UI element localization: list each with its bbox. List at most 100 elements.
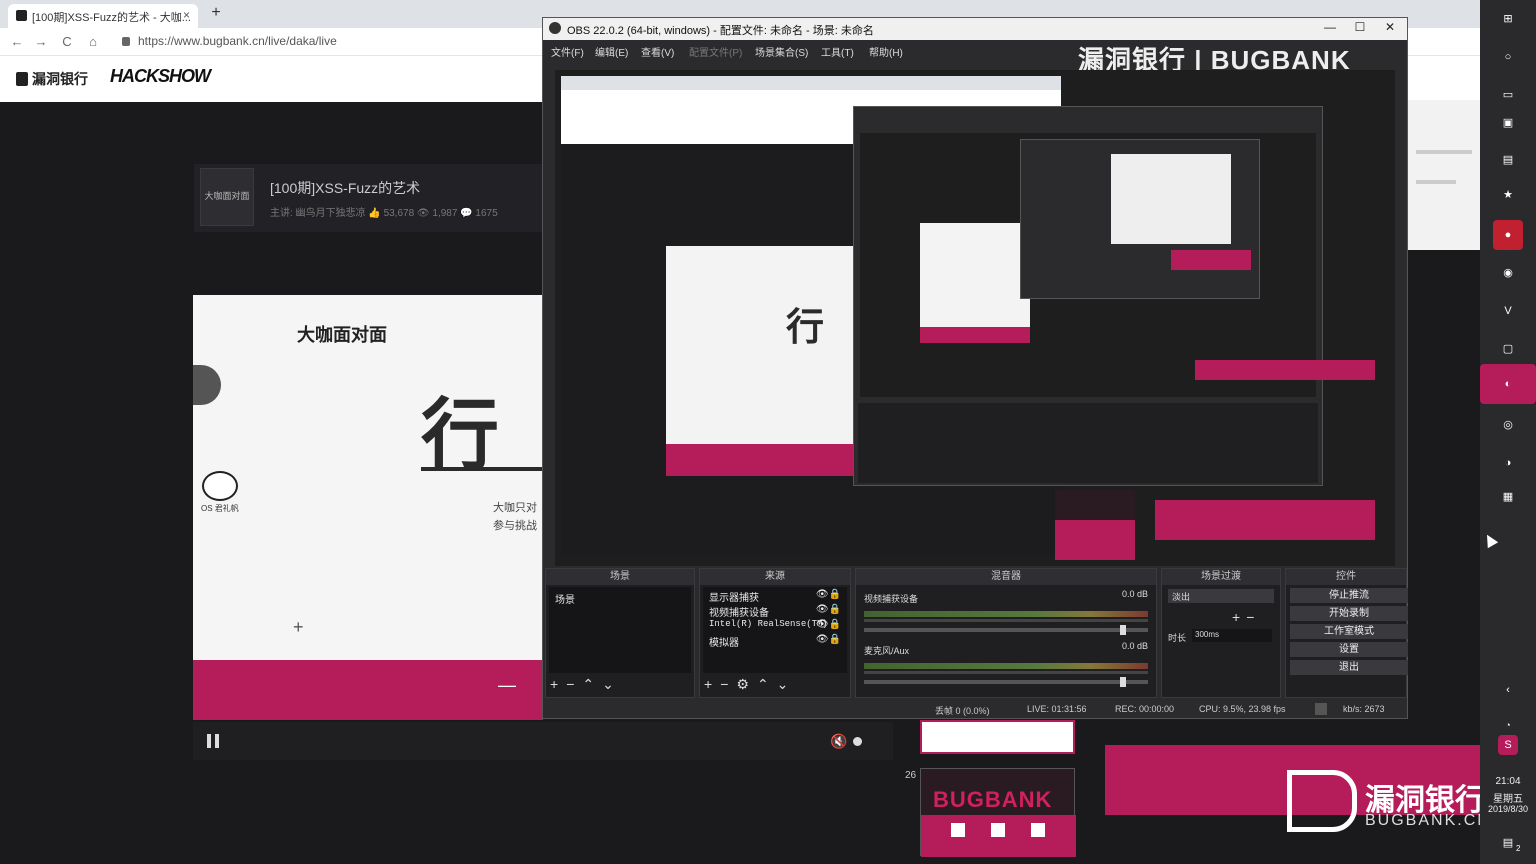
ps-icon[interactable]: ▦ xyxy=(1493,482,1523,512)
studio-mode-button[interactable]: 工作室模式 xyxy=(1290,624,1408,639)
volume-mute-icon[interactable]: 🔇 xyxy=(830,733,847,750)
chevron-up-icon[interactable]: ⌃ xyxy=(757,676,777,692)
chevron-up-icon[interactable]: ⌃ xyxy=(582,676,602,692)
menu-help[interactable]: 帮助(H) xyxy=(869,44,903,59)
scene-item[interactable]: 场景 xyxy=(555,591,575,606)
menu-file[interactable]: 文件(F) xyxy=(551,44,584,59)
gear-icon[interactable]: ⚙ xyxy=(736,676,757,692)
source-item[interactable]: 模拟器 xyxy=(709,634,739,649)
star-icon[interactable]: ★ xyxy=(1493,180,1523,210)
pc-icon[interactable]: ▢ xyxy=(1493,334,1523,364)
hackshow-logo[interactable]: HACKSHOW xyxy=(110,66,211,87)
mixer-channel: 视频捕获设备 0.0 dB xyxy=(864,589,1148,635)
nested-tabbar xyxy=(561,76,1061,90)
visibility-lock-icons[interactable]: 👁🔒 xyxy=(816,634,841,645)
app-icon[interactable]: ▣ xyxy=(1493,108,1523,138)
visibility-lock-icons[interactable]: 👁🔒 xyxy=(816,589,841,600)
visibility-lock-icons[interactable]: 👁🔒 xyxy=(816,619,841,630)
nested-docks xyxy=(858,403,1318,483)
app-circle-icon[interactable]: ◎ xyxy=(1493,410,1523,440)
rec-time: REC: 00:00:00 xyxy=(1115,704,1175,714)
notification-icon[interactable]: ▤ xyxy=(1493,828,1523,858)
scenes-toolbar: +−⌃⌄ xyxy=(550,676,622,693)
mixer-channel-db: 0.0 dB xyxy=(1121,641,1148,651)
duration-label: 时长 xyxy=(1168,633,1187,643)
scenes-dock-title: 场景 xyxy=(546,569,694,585)
reload-button[interactable]: C xyxy=(58,33,76,51)
pause-icon[interactable] xyxy=(207,734,219,748)
logo-mark-icon xyxy=(16,72,28,86)
settings-button[interactable]: 设置 xyxy=(1290,642,1408,657)
remove-icon[interactable]: − xyxy=(1246,609,1260,625)
windows-start-icon[interactable]: ⊞ xyxy=(1493,4,1523,34)
transitions-dock-title: 场景过渡 xyxy=(1162,569,1280,585)
obs-preview[interactable]: 行 xyxy=(555,70,1395,566)
nested-obs-preview xyxy=(860,133,1316,397)
menu-view[interactable]: 查看(V) xyxy=(641,44,674,59)
obs-logo-icon xyxy=(549,22,561,34)
player-title: 大咖面对面 xyxy=(297,325,387,345)
bugbank-thumbnail[interactable]: BUGBANK xyxy=(920,768,1076,857)
record-icon[interactable]: ◉ xyxy=(1493,258,1523,288)
site-logo-text: 漏洞银行 xyxy=(32,71,88,87)
minimize-button[interactable]: — xyxy=(1315,20,1345,38)
task-view-icon[interactable]: ▭ xyxy=(1493,80,1523,110)
visibility-lock-icons[interactable]: 👁🔒 xyxy=(816,604,841,615)
close-button[interactable]: ✕ xyxy=(1375,20,1405,38)
start-recording-button[interactable]: 开始录制 xyxy=(1290,606,1408,621)
new-tab-button[interactable]: + xyxy=(206,4,226,24)
url-field[interactable]: https://www.bugbank.cn/live/daka/live xyxy=(122,34,337,48)
scenes-list: 场景 xyxy=(549,587,691,673)
add-icon[interactable]: + xyxy=(550,676,566,692)
volume-meter xyxy=(864,611,1148,617)
remove-icon[interactable]: − xyxy=(566,676,582,692)
chevron-down-icon[interactable]: ⌄ xyxy=(602,676,622,692)
slider-knob[interactable] xyxy=(1120,625,1126,635)
app-red-icon[interactable]: ● xyxy=(1493,220,1523,250)
obs-taskbar-icon[interactable]: ◐ xyxy=(1480,364,1536,404)
add-icon[interactable]: + xyxy=(1232,609,1246,625)
clock-time[interactable]: 21:04 xyxy=(1480,776,1536,787)
avatar[interactable]: 大咖面对面 xyxy=(200,168,254,226)
live-dot-icon[interactable] xyxy=(853,737,862,746)
transition-select[interactable]: 淡出 xyxy=(1168,589,1274,603)
app-dark-icon[interactable]: ◑ xyxy=(1493,448,1523,478)
sources-list: 显示器捕获 视频捕获设备 Intel(R) RealSense(TM) 模拟器 … xyxy=(703,587,847,673)
browser-tab[interactable]: [100期]XSS-Fuzz的艺术 - 大咖... × xyxy=(8,4,198,28)
source-item[interactable]: 视频捕获设备 xyxy=(709,604,769,619)
maximize-button[interactable]: ☐ xyxy=(1345,20,1375,38)
stop-streaming-button[interactable]: 停止推流 xyxy=(1290,588,1408,603)
sources-dock: 来源 显示器捕获 视频捕获设备 Intel(R) RealSense(TM) 模… xyxy=(699,568,851,698)
slider-knob[interactable] xyxy=(1120,677,1126,687)
volume-slider[interactable] xyxy=(864,625,1148,635)
menu-edit[interactable]: 编辑(E) xyxy=(595,44,628,59)
video-player[interactable]: 大咖面对面 行 大咖只对 参与挑战 OS 君礼帆 + — xyxy=(193,295,543,720)
source-item[interactable]: 显示器捕获 xyxy=(709,589,759,604)
cpu-fps: CPU: 9.5%, 23.98 fps xyxy=(1199,704,1286,714)
source-item[interactable]: Intel(R) RealSense(TM) xyxy=(709,619,828,629)
back-button[interactable]: ← xyxy=(8,33,26,51)
menu-profile[interactable]: 配置文件(P) xyxy=(689,44,742,59)
app-v-icon[interactable]: V xyxy=(1493,296,1523,326)
tab-close-icon[interactable]: × xyxy=(183,8,190,22)
chevron-up-icon[interactable]: ‹ xyxy=(1493,675,1523,705)
volume-meter-ticks xyxy=(864,619,1148,622)
tab-title: [100期]XSS-Fuzz的艺术 - 大咖... xyxy=(32,12,191,24)
duration-input[interactable]: 300ms xyxy=(1192,629,1272,642)
forward-button[interactable]: → xyxy=(32,33,50,51)
volume-slider[interactable] xyxy=(864,677,1148,687)
nested-capture-3 xyxy=(1111,154,1231,244)
home-button[interactable]: ⌂ xyxy=(84,33,102,51)
add-icon[interactable]: + xyxy=(704,676,720,692)
chevron-down-icon[interactable]: ⌄ xyxy=(777,676,797,692)
site-logo[interactable]: 漏洞银行 xyxy=(16,69,88,89)
nested-magenta-3 xyxy=(1171,250,1251,270)
tray-app-icon[interactable]: S xyxy=(1498,735,1518,755)
menu-tools[interactable]: 工具(T) xyxy=(821,44,854,59)
remove-icon[interactable]: − xyxy=(720,676,736,692)
exit-button[interactable]: 退出 xyxy=(1290,660,1408,675)
obs-title: OBS 22.0.2 (64-bit, windows) - 配置文件: 未命名… xyxy=(567,25,874,37)
folder-icon[interactable]: ▤ xyxy=(1493,145,1523,175)
menu-scene-collection[interactable]: 场景集合(S) xyxy=(755,44,808,59)
search-icon[interactable]: ○ xyxy=(1493,42,1523,72)
